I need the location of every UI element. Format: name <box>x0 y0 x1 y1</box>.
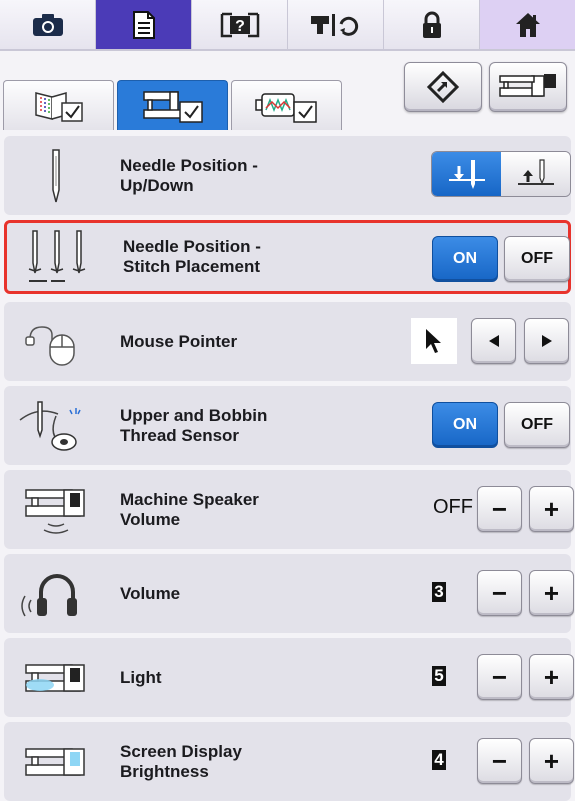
subtab-embroidery-settings[interactable] <box>231 80 342 130</box>
subtab-machine-settings[interactable] <box>117 80 228 130</box>
machine-screen-icon <box>25 747 85 776</box>
stitch-placement-off-button[interactable]: OFF <box>504 236 570 282</box>
needle-down-icon <box>448 160 485 189</box>
setting-row-screen-brightness: Screen Display Brightness 4 − + <box>4 722 574 801</box>
tab-lock[interactable] <box>384 0 480 49</box>
volume-minus-button[interactable]: − <box>477 570 522 616</box>
needle-icon <box>52 148 60 202</box>
needle-down-option[interactable] <box>432 152 501 196</box>
needle-cycle-icon <box>310 13 358 36</box>
setting-row-stitch-placement: Needle Position - Stitch Placement ON OF… <box>4 220 571 294</box>
setting-label: Upper and Bobbin Thread Sensor <box>120 405 268 445</box>
machine-info-button[interactable] <box>489 62 567 112</box>
brightness-value: 4 <box>432 750 446 770</box>
reset-icon <box>426 70 460 104</box>
setting-row-light: Light 5 − + <box>4 638 574 717</box>
setting-row-mouse-pointer: Mouse Pointer <box>4 302 571 381</box>
camera-icon <box>32 13 63 36</box>
setting-row-needle-up-down: Needle Position - Up/Down <box>4 136 571 215</box>
needle-up-down-toggle[interactable] <box>431 151 571 197</box>
setting-label: Machine Speaker Volume <box>120 489 259 529</box>
headphones-icon <box>21 573 77 616</box>
tab-home[interactable] <box>480 0 575 49</box>
machine-settings-icon <box>142 90 203 123</box>
home-icon <box>515 12 540 37</box>
mouse-icon <box>25 325 75 366</box>
tab-needle-cycle[interactable] <box>288 0 384 49</box>
setting-row-speaker-volume: Machine Speaker Volume OFF − + <box>4 470 574 549</box>
arrow-pointer-icon <box>426 329 441 353</box>
pointer-preview <box>411 318 457 364</box>
top-tab-bar: ? <box>0 0 575 51</box>
pointer-next-button[interactable] <box>524 318 569 364</box>
speaker-volume-value: OFF <box>433 496 473 518</box>
tab-help[interactable]: ? <box>192 0 288 49</box>
needle-up-icon <box>517 159 554 185</box>
triple-needle-icon <box>28 230 86 282</box>
thread-sensor-off-button[interactable]: OFF <box>504 402 570 448</box>
subtab-stitch-settings[interactable] <box>3 80 114 130</box>
volume-value: 3 <box>432 582 446 602</box>
setting-row-thread-sensor: Upper and Bobbin Thread Sensor ON OFF <box>4 386 571 465</box>
volume-plus-button[interactable]: + <box>529 570 574 616</box>
thread-sensor-on-button[interactable]: ON <box>432 402 498 448</box>
light-minus-button[interactable]: − <box>477 654 522 700</box>
tab-document[interactable] <box>96 0 192 49</box>
stitch-settings-icon <box>34 91 83 122</box>
setting-label: Needle Position - Stitch Placement <box>123 237 261 276</box>
machine-speaker-icon <box>25 488 85 534</box>
setting-row-volume: Volume 3 − + <box>4 554 574 633</box>
machine-info-icon <box>499 74 556 97</box>
setting-label: Needle Position - Up/Down <box>120 155 258 195</box>
machine-light-icon <box>25 663 85 692</box>
speaker-volume-minus-button[interactable]: − <box>477 486 522 532</box>
setting-label: Volume <box>120 583 181 603</box>
thread-sensor-icon <box>19 400 81 451</box>
setting-label: Screen Display Brightness <box>120 741 242 781</box>
triangle-left-icon <box>488 335 499 347</box>
speaker-volume-plus-button[interactable]: + <box>529 486 574 532</box>
setting-label: Mouse Pointer <box>120 331 238 351</box>
needle-up-option[interactable] <box>501 152 570 196</box>
brightness-plus-button[interactable]: + <box>529 738 574 784</box>
help-icon: ? <box>220 12 259 37</box>
reset-button[interactable] <box>404 62 482 112</box>
tab-camera[interactable] <box>0 0 96 49</box>
brightness-minus-button[interactable]: − <box>477 738 522 784</box>
light-value: 5 <box>432 666 446 686</box>
light-plus-button[interactable]: + <box>529 654 574 700</box>
triangle-right-icon <box>541 335 552 347</box>
help-mark: ? <box>235 18 245 35</box>
setting-label: Light <box>120 667 162 687</box>
pointer-previous-button[interactable] <box>471 318 516 364</box>
lock-icon <box>422 11 441 38</box>
embroidery-settings-icon <box>254 92 317 123</box>
stitch-placement-on-button[interactable]: ON <box>432 236 498 282</box>
document-icon <box>132 10 155 39</box>
